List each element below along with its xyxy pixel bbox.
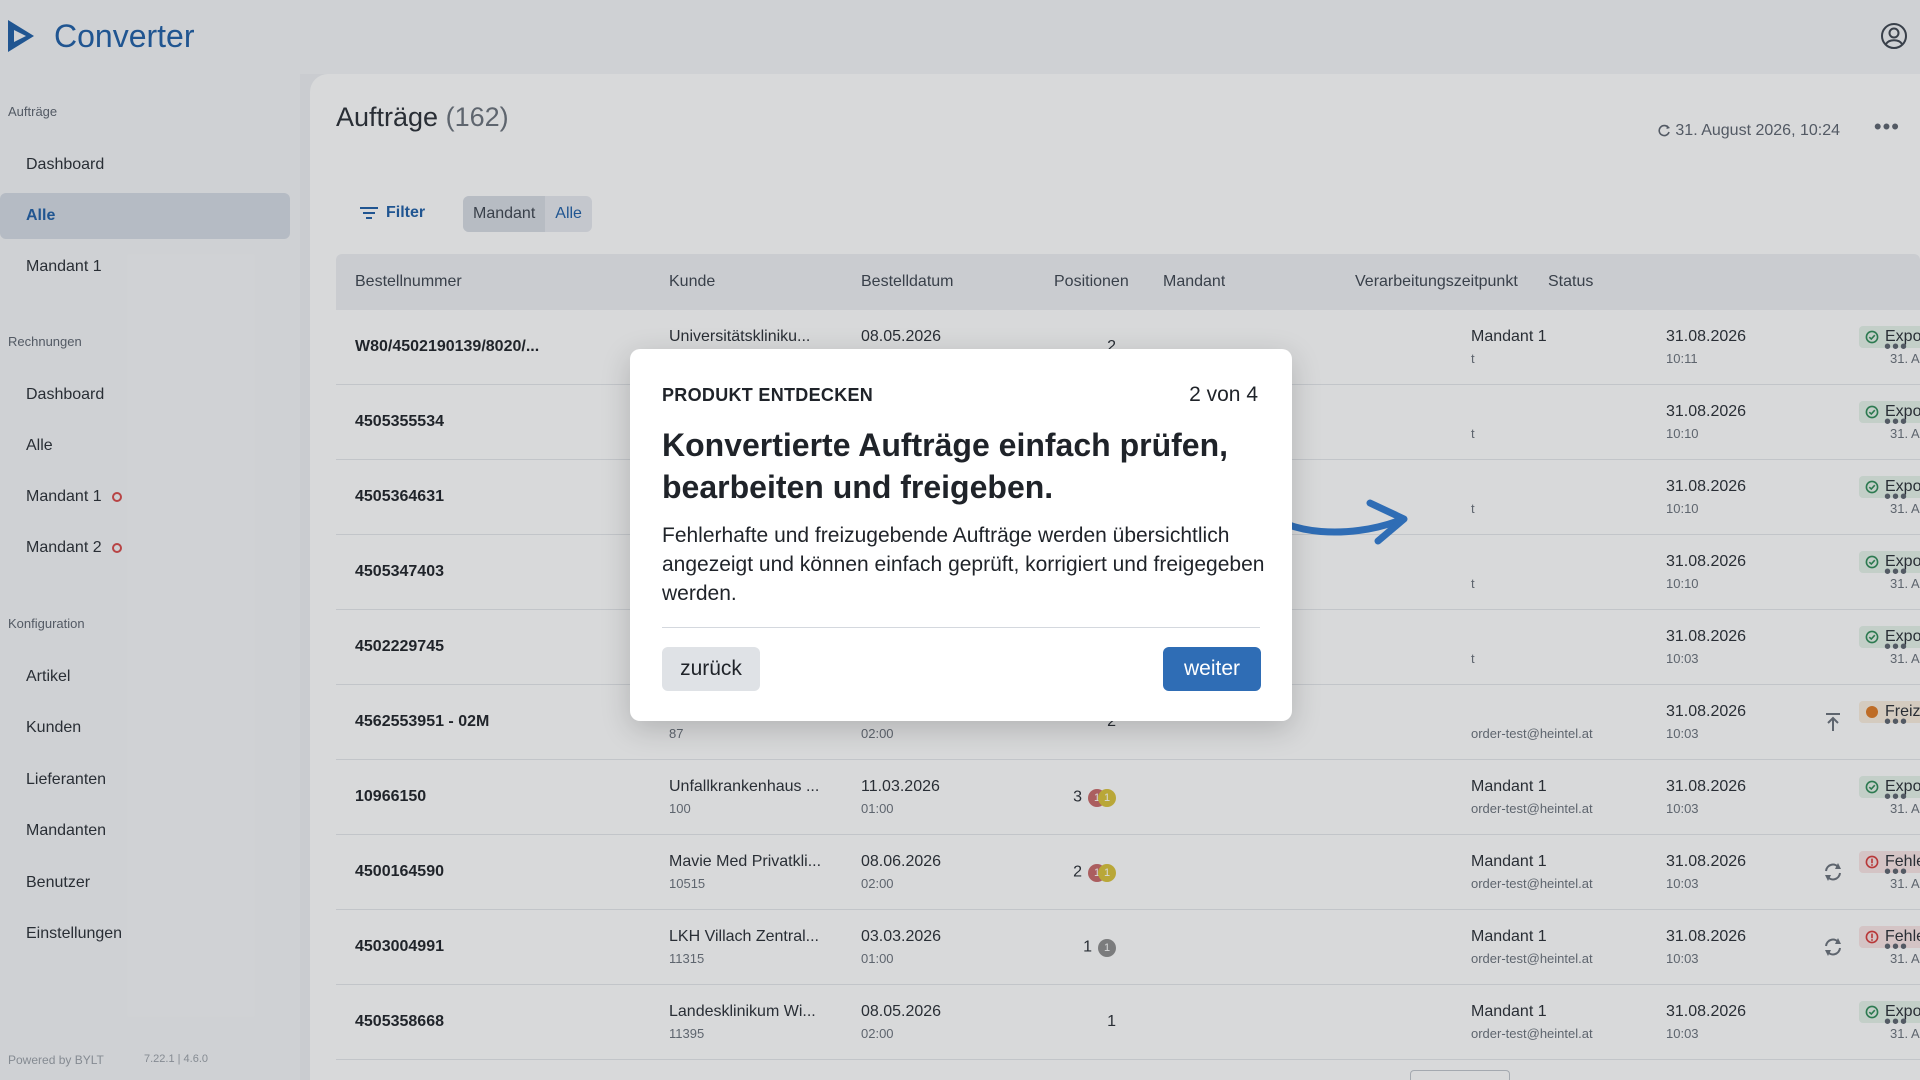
tour-step-indicator: 2 von 4 (1189, 383, 1258, 406)
back-button[interactable]: zurück (662, 647, 760, 691)
next-button[interactable]: weiter (1163, 647, 1261, 691)
tour-kicker: PRODUKT ENTDECKEN (662, 385, 874, 405)
tour-title: Konvertierte Aufträge einfach prüfen, be… (662, 427, 1229, 505)
tour-divider (662, 627, 1260, 628)
product-tour-dialog: PRODUKT ENTDECKEN 2 von 4 Konvertierte A… (630, 349, 1292, 721)
tour-body: Fehlerhafte und freizugebende Aufträge w… (662, 524, 1265, 605)
